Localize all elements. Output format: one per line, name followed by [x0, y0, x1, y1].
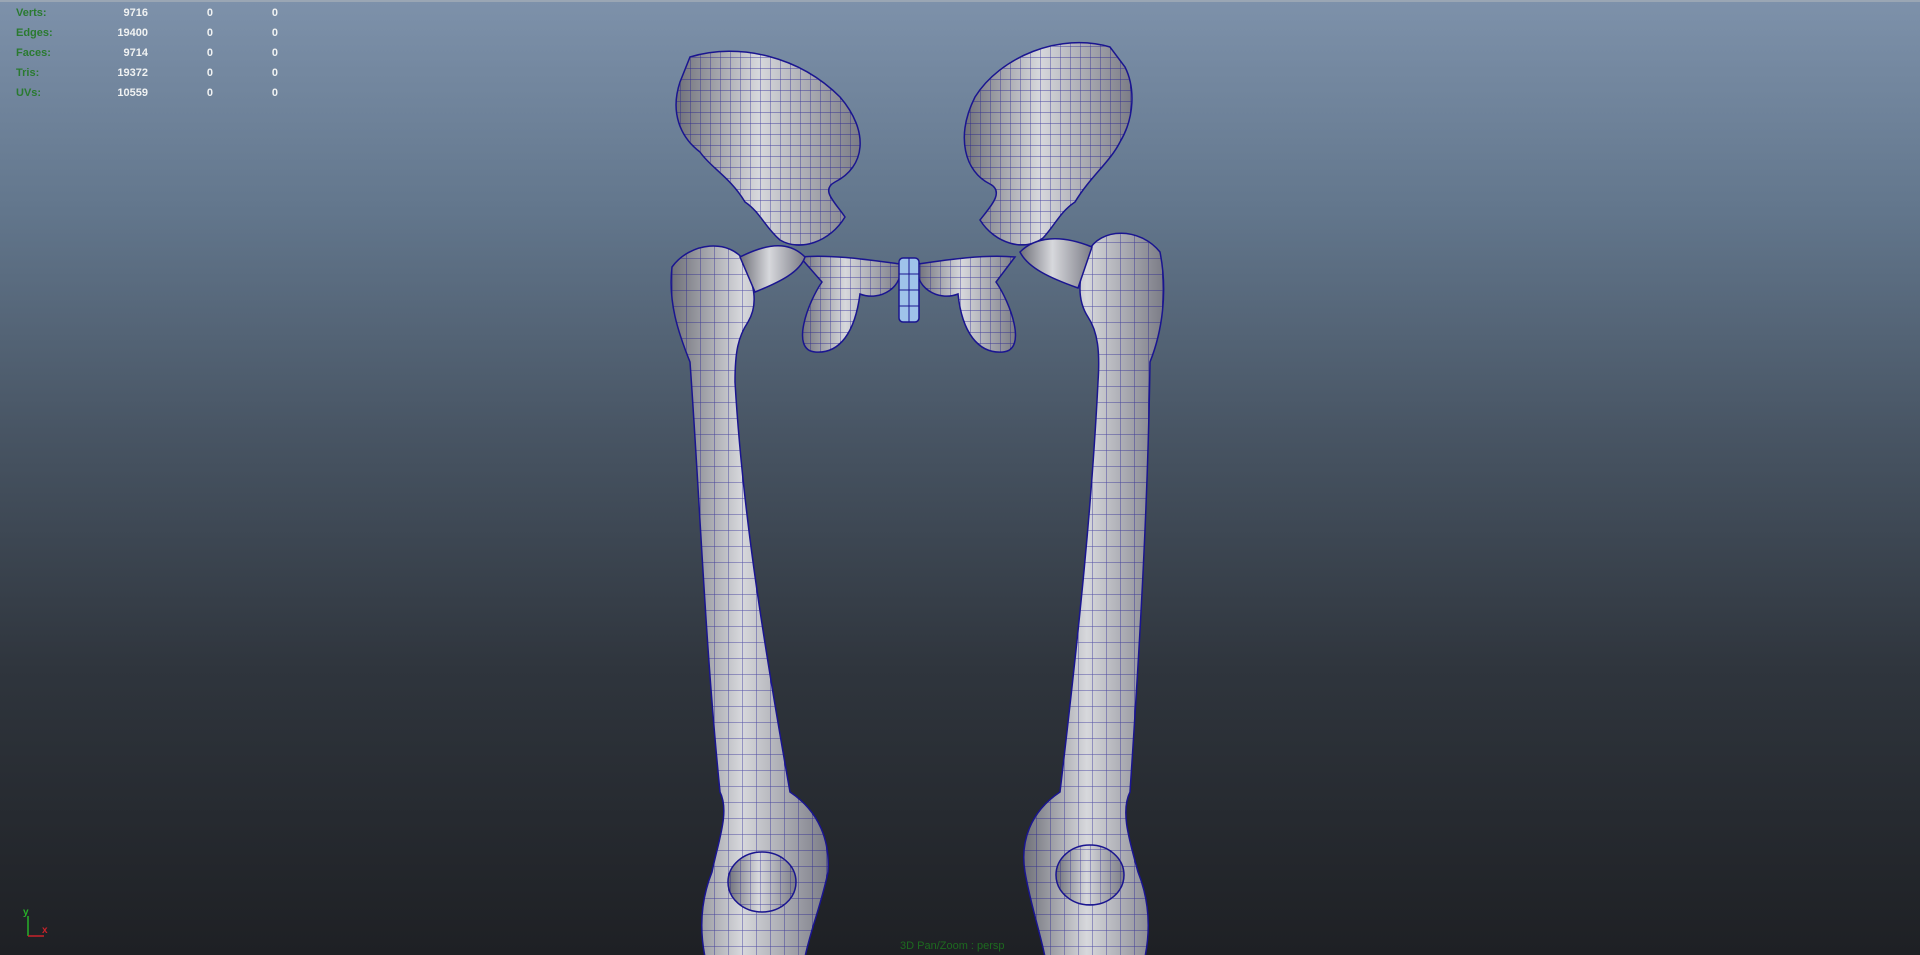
hud-value-selected-2: 0	[271, 27, 278, 39]
left-femur[interactable]	[670, 245, 829, 955]
hud-value-total: 9716	[123, 7, 148, 19]
hud-label: Verts:	[16, 7, 47, 19]
hud-value-selected: 0	[206, 87, 213, 99]
axis-x-label: x	[42, 925, 48, 936]
hud-value-selected-2: 0	[271, 47, 278, 59]
hud-label: Tris:	[16, 67, 40, 79]
hud-value-selected: 0	[206, 67, 213, 79]
hud-row: UVs: 10559 0 0	[16, 83, 278, 103]
3d-viewport[interactable]: Verts: 9716 0 0 Edges: 19400 0 0 Faces: 9714 0 0 Tri…	[0, 0, 1920, 955]
hud-label: Faces:	[16, 47, 51, 59]
camera-label: 3D Pan/Zoom : persp	[900, 940, 1005, 952]
mesh-scene[interactable]	[0, 2, 1920, 955]
hud-value-selected: 0	[206, 27, 213, 39]
axis-y-label: y	[23, 907, 29, 918]
hud-value-total: 19400	[117, 27, 148, 39]
hud-value-total: 10559	[117, 87, 148, 99]
pubic-symphysis[interactable]	[898, 257, 920, 323]
poly-count-hud: Verts: 9716 0 0 Edges: 19400 0 0 Faces: 9714 0 0 Tri…	[16, 3, 278, 103]
hud-value-selected-2: 0	[271, 67, 278, 79]
hud-row: Verts: 9716 0 0	[16, 3, 278, 23]
hud-value-total: 9714	[123, 47, 148, 59]
hud-row: Faces: 9714 0 0	[16, 43, 278, 63]
hud-row: Edges: 19400 0 0	[16, 23, 278, 43]
right-femur[interactable]	[1019, 232, 1165, 955]
hud-value-total: 19372	[117, 67, 148, 79]
hud-value-selected: 0	[206, 47, 213, 59]
hud-label: Edges:	[16, 27, 53, 39]
hud-value-selected-2: 0	[271, 87, 278, 99]
hud-row: Tris: 19372 0 0	[16, 63, 278, 83]
hud-value-selected: 0	[206, 7, 213, 19]
hud-label: UVs:	[16, 87, 42, 99]
axis-gizmo: y x	[23, 907, 48, 937]
hud-value-selected-2: 0	[271, 7, 278, 19]
